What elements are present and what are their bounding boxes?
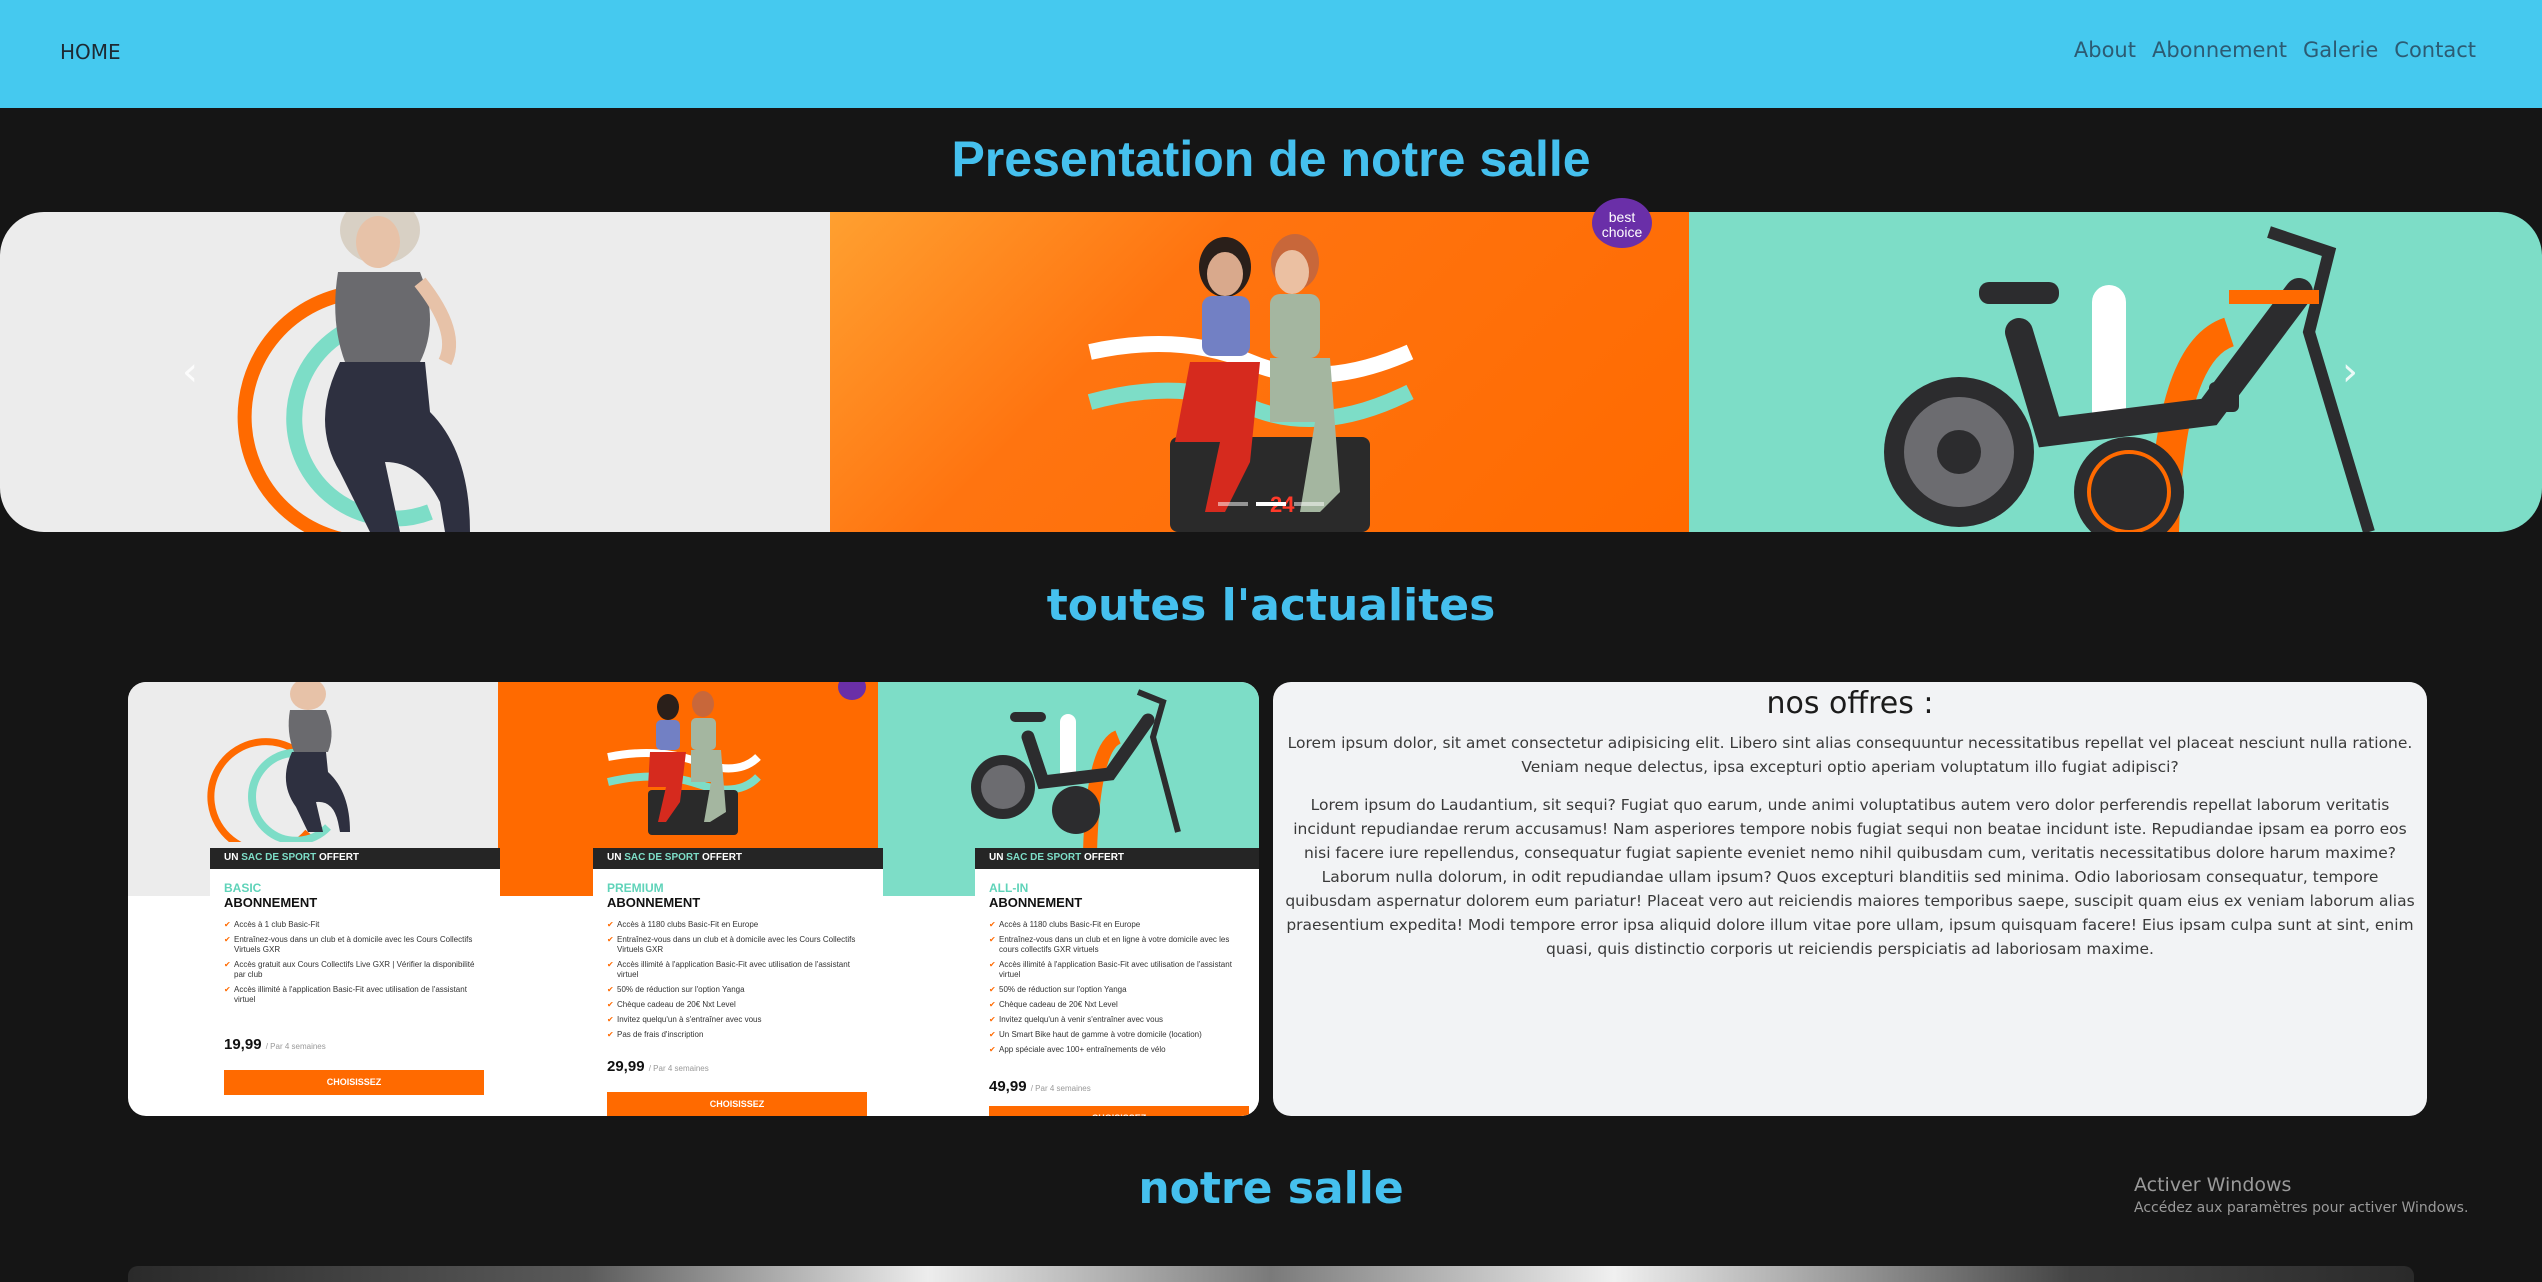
- plan-kind-label: ABONNEMENT: [989, 895, 1083, 910]
- news-title: toutes l'actualites: [1046, 580, 1496, 631]
- plan-feature: Invitez quelqu'un à s'entraîner avec vou…: [607, 1015, 869, 1025]
- plan-feature: Accès illimité à l'application Basic-Fit…: [989, 960, 1251, 980]
- choose-allin-button[interactable]: CHOISISSEZ: [989, 1106, 1249, 1116]
- plan-tier-label: BASIC: [224, 881, 262, 895]
- plan-feature: Pas de frais d'inscription: [607, 1030, 869, 1040]
- smart-bike-image: [1884, 226, 2375, 532]
- plan-feature: 50% de réduction sur l'option Yanga: [989, 985, 1251, 995]
- carousel-slide-premium: 24: [830, 212, 1689, 532]
- nav-link-contact[interactable]: Contact: [2394, 38, 2476, 62]
- carousel-prev-button[interactable]: ‹: [172, 350, 208, 394]
- plan-card-allin: UN SAC DE SPORT OFFERT ALL-IN ABONNEMENT…: [975, 848, 1259, 1116]
- watermark-line-2: Accédez aux paramètres pour activer Wind…: [2134, 1200, 2469, 1216]
- offers-title: nos offres :: [1766, 686, 1934, 721]
- nav-link-galerie[interactable]: Galerie: [2303, 38, 2378, 62]
- plan-feature: Invitez quelqu'un à venir s'entraîner av…: [989, 1015, 1251, 1025]
- plan-feature: Accès à 1180 clubs Basic-Fit en Europe: [989, 920, 1251, 930]
- plan-feature: Accès à 1180 clubs Basic-Fit en Europe: [607, 920, 869, 930]
- plan-kind-label: ABONNEMENT: [224, 895, 318, 910]
- plan-feature-list: Accès à 1 club Basic-Fit Entraînez-vous …: [224, 920, 486, 1005]
- woman-jumping-image: [237, 212, 470, 532]
- plan-feature: Entraînez-vous dans un club et en ligne …: [989, 935, 1251, 955]
- windows-activation-watermark: Activer Windows Accédez aux paramètres p…: [2134, 1174, 2468, 1216]
- plan-card-premium: UN SAC DE SPORT OFFERT PREMIUM ABONNEMEN…: [593, 848, 883, 1116]
- two-women-sitting-image: 24: [1087, 234, 1414, 532]
- carousel-slide-allin: [1689, 212, 2542, 532]
- choose-basic-button[interactable]: CHOISISSEZ: [224, 1070, 484, 1095]
- best-choice-badge: best choice: [1592, 198, 1652, 248]
- plan-price: 19,99 / Par 4 semaines: [224, 1036, 326, 1053]
- plan-feature: App spéciale avec 100+ entraînements de …: [989, 1045, 1251, 1055]
- gym-photo: [128, 1266, 2414, 1282]
- presentation-carousel[interactable]: 24: [0, 212, 2542, 532]
- plan-card-header: UN SAC DE SPORT OFFERT: [210, 848, 500, 869]
- carousel-indicators: [1218, 502, 1324, 506]
- plan-feature-list: Accès à 1180 clubs Basic-Fit en Europe E…: [607, 920, 869, 1040]
- plan-card-header: UN SAC DE SPORT OFFERT: [593, 848, 883, 869]
- plan-card-header: UN SAC DE SPORT OFFERT: [975, 848, 1259, 869]
- nav-link-abonnement[interactable]: Abonnement: [2152, 38, 2287, 62]
- plan-tier-label: ALL-IN: [989, 881, 1029, 895]
- nav-home-link[interactable]: HOME: [60, 40, 121, 64]
- allin-plan-image: [971, 689, 1181, 852]
- plan-tier-label: PREMIUM: [607, 881, 664, 895]
- plan-feature: Un Smart Bike haut de gamme à votre domi…: [989, 1030, 1251, 1040]
- offers-paragraph-1: Lorem ipsum dolor, sit amet consectetur …: [1287, 734, 2413, 776]
- carousel-next-button[interactable]: ›: [2332, 350, 2368, 394]
- presentation-title: Presentation de notre salle: [951, 131, 1591, 187]
- carousel-slide-basic: [0, 212, 830, 532]
- plan-price: 29,99 / Par 4 semaines: [607, 1058, 709, 1075]
- watermark-line-1: Activer Windows: [2134, 1174, 2292, 1196]
- plan-feature: Accès gratuit aux Cours Collectifs Live …: [224, 960, 486, 980]
- plan-feature-list: Accès à 1180 clubs Basic-Fit en Europe E…: [989, 920, 1251, 1055]
- plan-kind-label: ABONNEMENT: [607, 895, 701, 910]
- premium-plan-image: [607, 691, 761, 835]
- choose-premium-button[interactable]: CHOISISSEZ: [607, 1092, 867, 1116]
- navbar: HOME About Abonnement Galerie Contact: [0, 0, 2542, 108]
- plan-feature: Entraînez-vous dans un club et à domicil…: [224, 935, 486, 955]
- plan-card-basic: UN SAC DE SPORT OFFERT BASIC ABONNEMENT …: [210, 848, 500, 1116]
- plan-feature: Accès à 1 club Basic-Fit: [224, 920, 486, 930]
- carousel-indicator-3[interactable]: [1294, 502, 1324, 506]
- nav-links: About Abonnement Galerie Contact: [2074, 38, 2476, 62]
- carousel-indicator-2[interactable]: [1256, 502, 1286, 506]
- plan-feature: 50% de réduction sur l'option Yanga: [607, 985, 869, 995]
- offers-image-card: UN SAC DE SPORT OFFERT BASIC ABONNEMENT …: [128, 682, 1259, 1116]
- plan-feature: Chèque cadeau de 20€ Nxt Level: [989, 1000, 1251, 1010]
- carousel-indicator-1[interactable]: [1218, 502, 1248, 506]
- plan-feature: Chèque cadeau de 20€ Nxt Level: [607, 1000, 869, 1010]
- basic-plan-image: [207, 682, 350, 842]
- offers-text-card: nos offres : Lorem ipsum dolor, sit amet…: [1273, 682, 2427, 1116]
- offers-paragraph-2: Lorem ipsum do Laudantium, sit sequi? Fu…: [1285, 796, 2415, 958]
- plan-feature: Entraînez-vous dans un club et à domicil…: [607, 935, 869, 955]
- nav-link-about[interactable]: About: [2074, 38, 2136, 62]
- plan-feature: Accès illimité à l'application Basic-Fit…: [224, 985, 486, 1005]
- plan-feature: Accès illimité à l'application Basic-Fit…: [607, 960, 869, 980]
- plan-price: 49,99 / Par 4 semaines: [989, 1078, 1091, 1095]
